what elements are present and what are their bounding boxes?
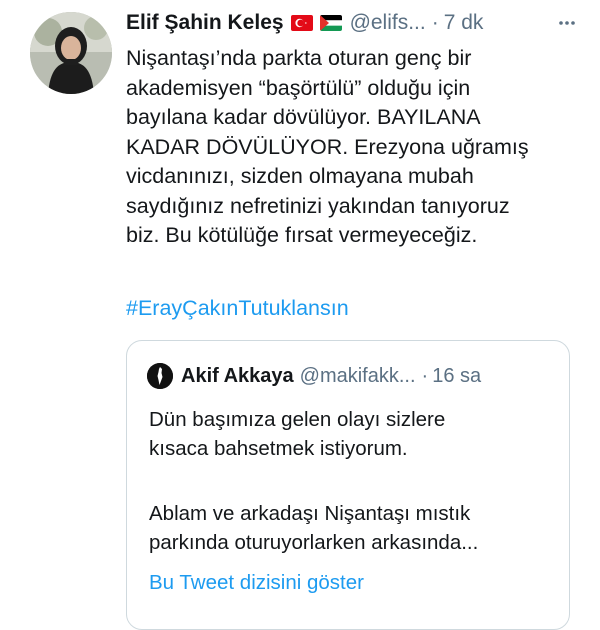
quoted-tweet-header: Akif Akkaya @makifakk... · 16 sa — [147, 363, 481, 389]
palestine-flag-icon — [319, 15, 342, 31]
avatar-image — [30, 12, 112, 94]
tweet-text-line: KADAR DÖVÜLÜYOR. Erezyona uğramış — [126, 134, 529, 159]
tweet-header: Elif Şahin Keleş @elifs... · 7 dk — [126, 10, 483, 36]
quoted-text-line: parkında oturuyorlarken arkasında... — [149, 531, 479, 554]
tweet-text-line: Nişantaşı’nda parkta oturan genç bir — [126, 46, 472, 70]
more-dots-icon[interactable] — [556, 12, 578, 34]
author-handle[interactable]: @elifs... — [350, 11, 426, 35]
quoted-text-line: Ablam ve arkadaşı Nişantaşı mıstık — [149, 502, 471, 525]
tweet-text-line: vicdanınızı, sizden olmayana mubah — [126, 164, 474, 188]
turkey-flag-icon — [290, 15, 313, 31]
tweet-text-line: biz. Bu kötülüğe fırsat vermeyeceğiz. — [126, 223, 478, 247]
tweet-text-line: saydığınız nefretinizi yakından tanıyoru… — [126, 193, 510, 218]
tweet-text: Nişantaşı’nda parkta oturan genç bir aka… — [126, 44, 586, 251]
quoted-tweet-text: Dün başımıza gelen olayı sizlere kısaca … — [149, 405, 559, 557]
quoted-author-handle[interactable]: @makifakk... — [300, 365, 416, 388]
quoted-tweet-time[interactable]: 16 sa — [432, 365, 481, 388]
quoted-text-line: Dün başımıza gelen olayı sizlere — [149, 408, 446, 431]
quoted-text-line: kısaca bahsetmek istiyorum. — [149, 437, 408, 460]
palestine-map-icon — [147, 363, 173, 389]
show-thread-link[interactable]: Bu Tweet dizisini göster — [149, 571, 364, 595]
author-name[interactable]: Elif Şahin Keleş — [126, 11, 284, 35]
quoted-author-avatar[interactable] — [147, 363, 173, 389]
separator-dot: · — [431, 11, 439, 34]
author-avatar[interactable] — [30, 12, 112, 94]
hashtag-link[interactable]: #ErayÇakınTutuklansın — [126, 294, 349, 324]
quoted-author-name[interactable]: Akif Akkaya — [181, 365, 294, 388]
separator-dot: · — [421, 364, 429, 387]
tweet-text-line: akademisyen “başörtülü” olduğu için — [126, 75, 471, 100]
quoted-tweet[interactable]: Akif Akkaya @makifakk... · 16 sa Dün baş… — [126, 340, 570, 630]
tweet-text-line: bayılana kadar dövülüyor. BAYILANA — [126, 105, 481, 129]
tweet-time[interactable]: 7 dk — [444, 11, 484, 35]
